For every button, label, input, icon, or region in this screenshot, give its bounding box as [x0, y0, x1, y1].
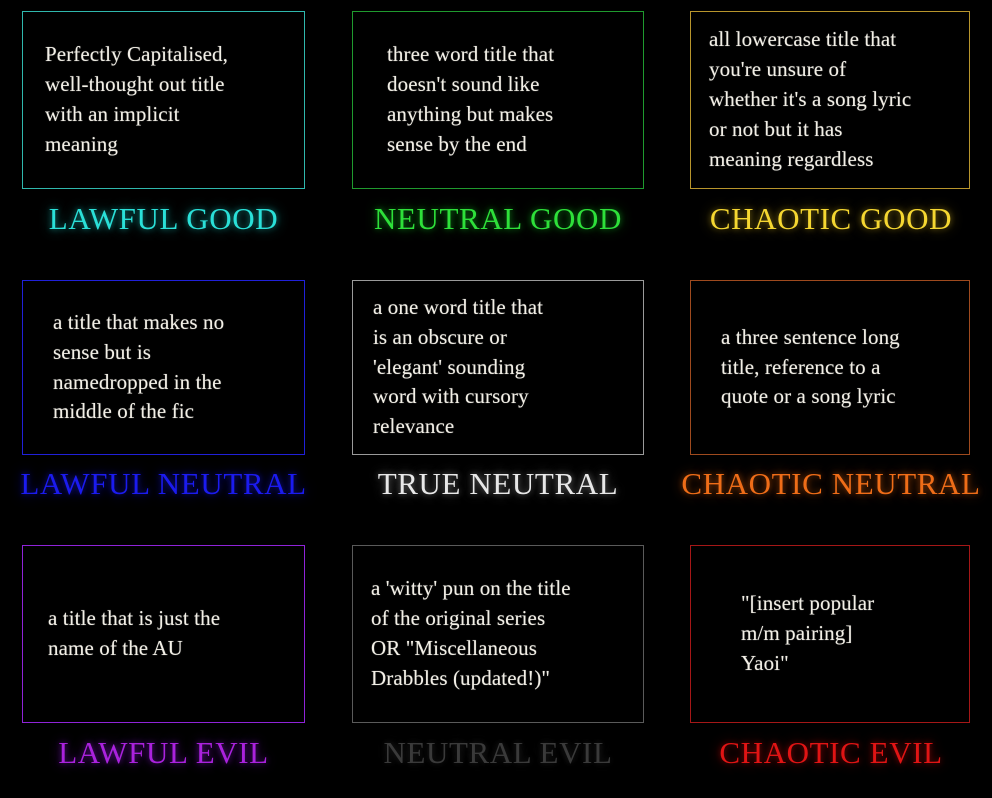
alignment-cell-lawful-good: Perfectly Capitalised, well-thought out …	[0, 0, 340, 260]
alignment-description-lawful-good: Perfectly Capitalised, well-thought out …	[45, 42, 228, 156]
alignment-cell-lawful-evil: a title that is just the name of the AU …	[0, 530, 340, 798]
alignment-panel-lawful-neutral: a title that makes no sense but is named…	[22, 280, 305, 455]
alignment-description-neutral-good: three word title that doesn't sound like…	[387, 42, 555, 156]
alignment-chart-grid: Perfectly Capitalised, well-thought out …	[0, 0, 992, 798]
alignment-panel-chaotic-neutral: a three sentence long title, reference t…	[690, 280, 970, 455]
alignment-panel-neutral-good: three word title that doesn't sound like…	[352, 11, 644, 189]
alignment-cell-lawful-neutral: a title that makes no sense but is named…	[0, 260, 340, 530]
alignment-description-lawful-evil: a title that is just the name of the AU	[48, 606, 221, 660]
alignment-panel-neutral-evil: a 'witty' pun on the title of the origin…	[352, 545, 644, 723]
alignment-label-chaotic-good: CHAOTIC GOOD	[709, 201, 953, 236]
alignment-panel-true-neutral: a one word title that is an obscure or '…	[352, 280, 644, 455]
alignment-label-lawful-evil: LAWFUL EVIL	[58, 735, 269, 770]
alignment-description-chaotic-neutral: a three sentence long title, reference t…	[721, 324, 900, 409]
alignment-label-neutral-good: NEUTRAL GOOD	[374, 201, 622, 236]
alignment-cell-neutral-good: three word title that doesn't sound like…	[340, 0, 670, 260]
alignment-description-true-neutral: a one word title that is an obscure or '…	[373, 294, 544, 439]
alignment-panel-chaotic-evil: "[insert popular m/m pairing] Yaoi"	[690, 545, 970, 723]
alignment-cell-true-neutral: a one word title that is an obscure or '…	[340, 260, 670, 530]
alignment-cell-chaotic-good: all lowercase title that you're unsure o…	[670, 0, 992, 260]
alignment-label-chaotic-neutral: CHAOTIC NEUTRAL	[681, 466, 981, 501]
alignment-description-lawful-neutral: a title that makes no sense but is named…	[53, 309, 225, 424]
alignment-description-neutral-evil: a 'witty' pun on the title of the origin…	[371, 576, 571, 690]
alignment-cell-neutral-evil: a 'witty' pun on the title of the origin…	[340, 530, 670, 798]
alignment-label-true-neutral: TRUE NEUTRAL	[377, 466, 619, 501]
alignment-description-chaotic-good: all lowercase title that you're unsure o…	[709, 27, 912, 171]
alignment-label-lawful-neutral: LAWFUL NEUTRAL	[20, 466, 307, 501]
alignment-panel-lawful-good: Perfectly Capitalised, well-thought out …	[22, 11, 305, 189]
alignment-label-chaotic-evil: CHAOTIC EVIL	[719, 735, 943, 770]
alignment-label-neutral-evil: NEUTRAL EVIL	[383, 735, 613, 770]
alignment-panel-chaotic-good: all lowercase title that you're unsure o…	[690, 11, 970, 189]
alignment-panel-lawful-evil: a title that is just the name of the AU	[22, 545, 305, 723]
alignment-cell-chaotic-neutral: a three sentence long title, reference t…	[670, 260, 992, 530]
alignment-label-lawful-good: LAWFUL GOOD	[48, 201, 279, 236]
alignment-description-chaotic-evil: "[insert popular m/m pairing] Yaoi"	[741, 591, 875, 675]
alignment-cell-chaotic-evil: "[insert popular m/m pairing] Yaoi" CHAO…	[670, 530, 992, 798]
